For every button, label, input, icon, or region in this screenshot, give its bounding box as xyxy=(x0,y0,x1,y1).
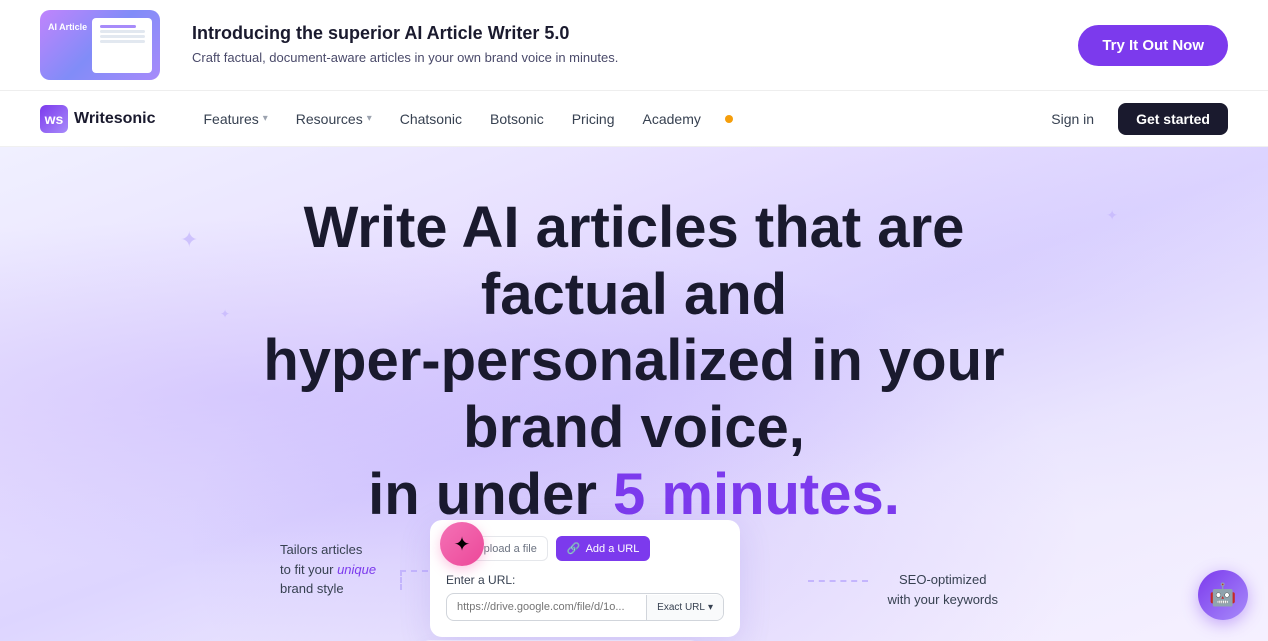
chevron-down-icon: ▾ xyxy=(263,113,268,124)
nav-resources[interactable]: Resources ▾ xyxy=(284,105,384,133)
chat-icon: 🤖 xyxy=(1209,582,1236,608)
banner-title: Introducing the superior AI Article Writ… xyxy=(192,23,1046,44)
chat-support-button[interactable]: 🤖 xyxy=(1198,570,1248,620)
link-icon: 🔗 xyxy=(567,542,581,555)
chevron-down-icon: ▾ xyxy=(367,113,372,124)
sparkle-icon: ✦ xyxy=(454,532,471,557)
card-tabs: 📄 Upload a file 🔗 Add a URL xyxy=(446,536,724,561)
nav-pricing[interactable]: Pricing xyxy=(560,105,627,133)
nav-features[interactable]: Features ▾ xyxy=(192,105,280,133)
announcement-banner: AI Article Introducing the superior AI A… xyxy=(0,0,1268,91)
logo[interactable]: ws Writesonic xyxy=(40,105,156,133)
banner-subtitle: Craft factual, document-aware articles i… xyxy=(192,48,1046,68)
banner-image-preview xyxy=(95,20,150,70)
chevron-down-icon: ▾ xyxy=(708,602,713,613)
notification-dot xyxy=(725,115,733,123)
star-decoration: ✦ xyxy=(1106,207,1118,224)
get-started-button[interactable]: Get started xyxy=(1118,103,1228,135)
try-now-button[interactable]: Try It Out Now xyxy=(1078,25,1228,66)
hero-section: ✦ ✦ ✦ Write AI articles that are factual… xyxy=(0,147,1268,641)
connector-line xyxy=(808,580,868,582)
logo-icon: ws xyxy=(40,105,68,133)
nav-right: Sign in Get started xyxy=(1039,103,1228,135)
sign-in-button[interactable]: Sign in xyxy=(1039,105,1106,133)
nav-academy[interactable]: Academy xyxy=(631,105,713,133)
url-input-section: Enter a URL: Exact URL ▾ xyxy=(446,573,724,621)
main-nav: ws Writesonic Features ▾ Resources ▾ Cha… xyxy=(0,91,1268,147)
url-label: Enter a URL: xyxy=(446,573,724,587)
exact-url-button[interactable]: Exact URL ▾ xyxy=(646,595,723,620)
banner-image: AI Article xyxy=(40,10,160,80)
banner-text-block: Introducing the superior AI Article Writ… xyxy=(192,23,1046,68)
connector-line xyxy=(400,570,402,590)
url-input-row: Exact URL ▾ xyxy=(446,593,724,621)
nav-botsonic[interactable]: Botsonic xyxy=(478,105,556,133)
hero-diagram: Tailors articles to fit your unique bran… xyxy=(0,540,1268,641)
tab-add-url[interactable]: 🔗 Add a URL xyxy=(556,536,651,561)
nav-chatsonic[interactable]: Chatsonic xyxy=(388,105,474,133)
nav-links: Features ▾ Resources ▾ Chatsonic Botsoni… xyxy=(192,105,1040,133)
feature-seo: SEO-optimized with your keywords xyxy=(887,570,998,609)
logo-text: Writesonic xyxy=(74,110,156,128)
banner-image-text: AI Article xyxy=(48,22,87,34)
feature-brand-style: Tailors articles to fit your unique bran… xyxy=(280,540,376,599)
url-input[interactable] xyxy=(447,594,646,620)
hero-title: Write AI articles that are factual and h… xyxy=(194,147,1074,540)
